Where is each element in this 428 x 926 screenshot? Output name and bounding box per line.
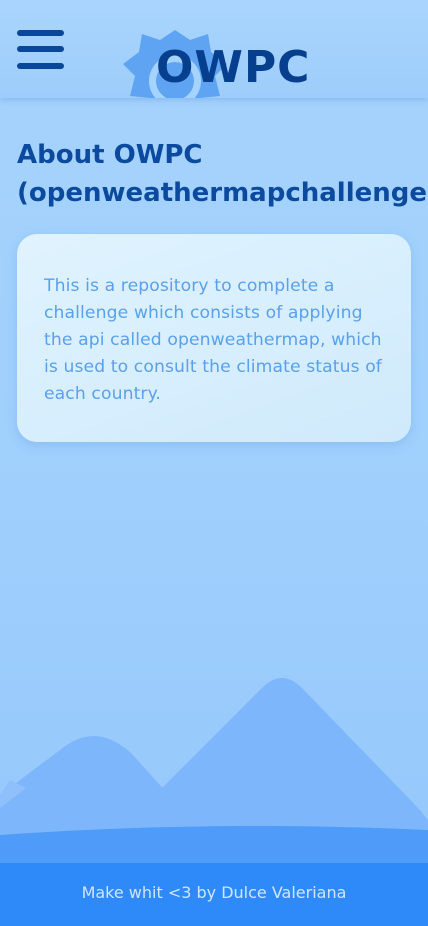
hamburger-menu-icon[interactable] [17,28,65,70]
footer-credit: Make whit <3 by Dulce Valeriana [81,883,347,902]
page-title: About OWPC (openweathermapchallenge) [17,140,428,208]
logo-text: OWPC [156,42,310,93]
about-card: This is a repository to complete a chall… [17,234,411,442]
about-description: This is a repository to complete a chall… [44,276,382,404]
footer: Make whit <3 by Dulce Valeriana [0,863,428,926]
app-header: OWPC [0,0,428,98]
mountains-illustration [0,678,428,870]
app-logo: OWPC [120,26,310,98]
